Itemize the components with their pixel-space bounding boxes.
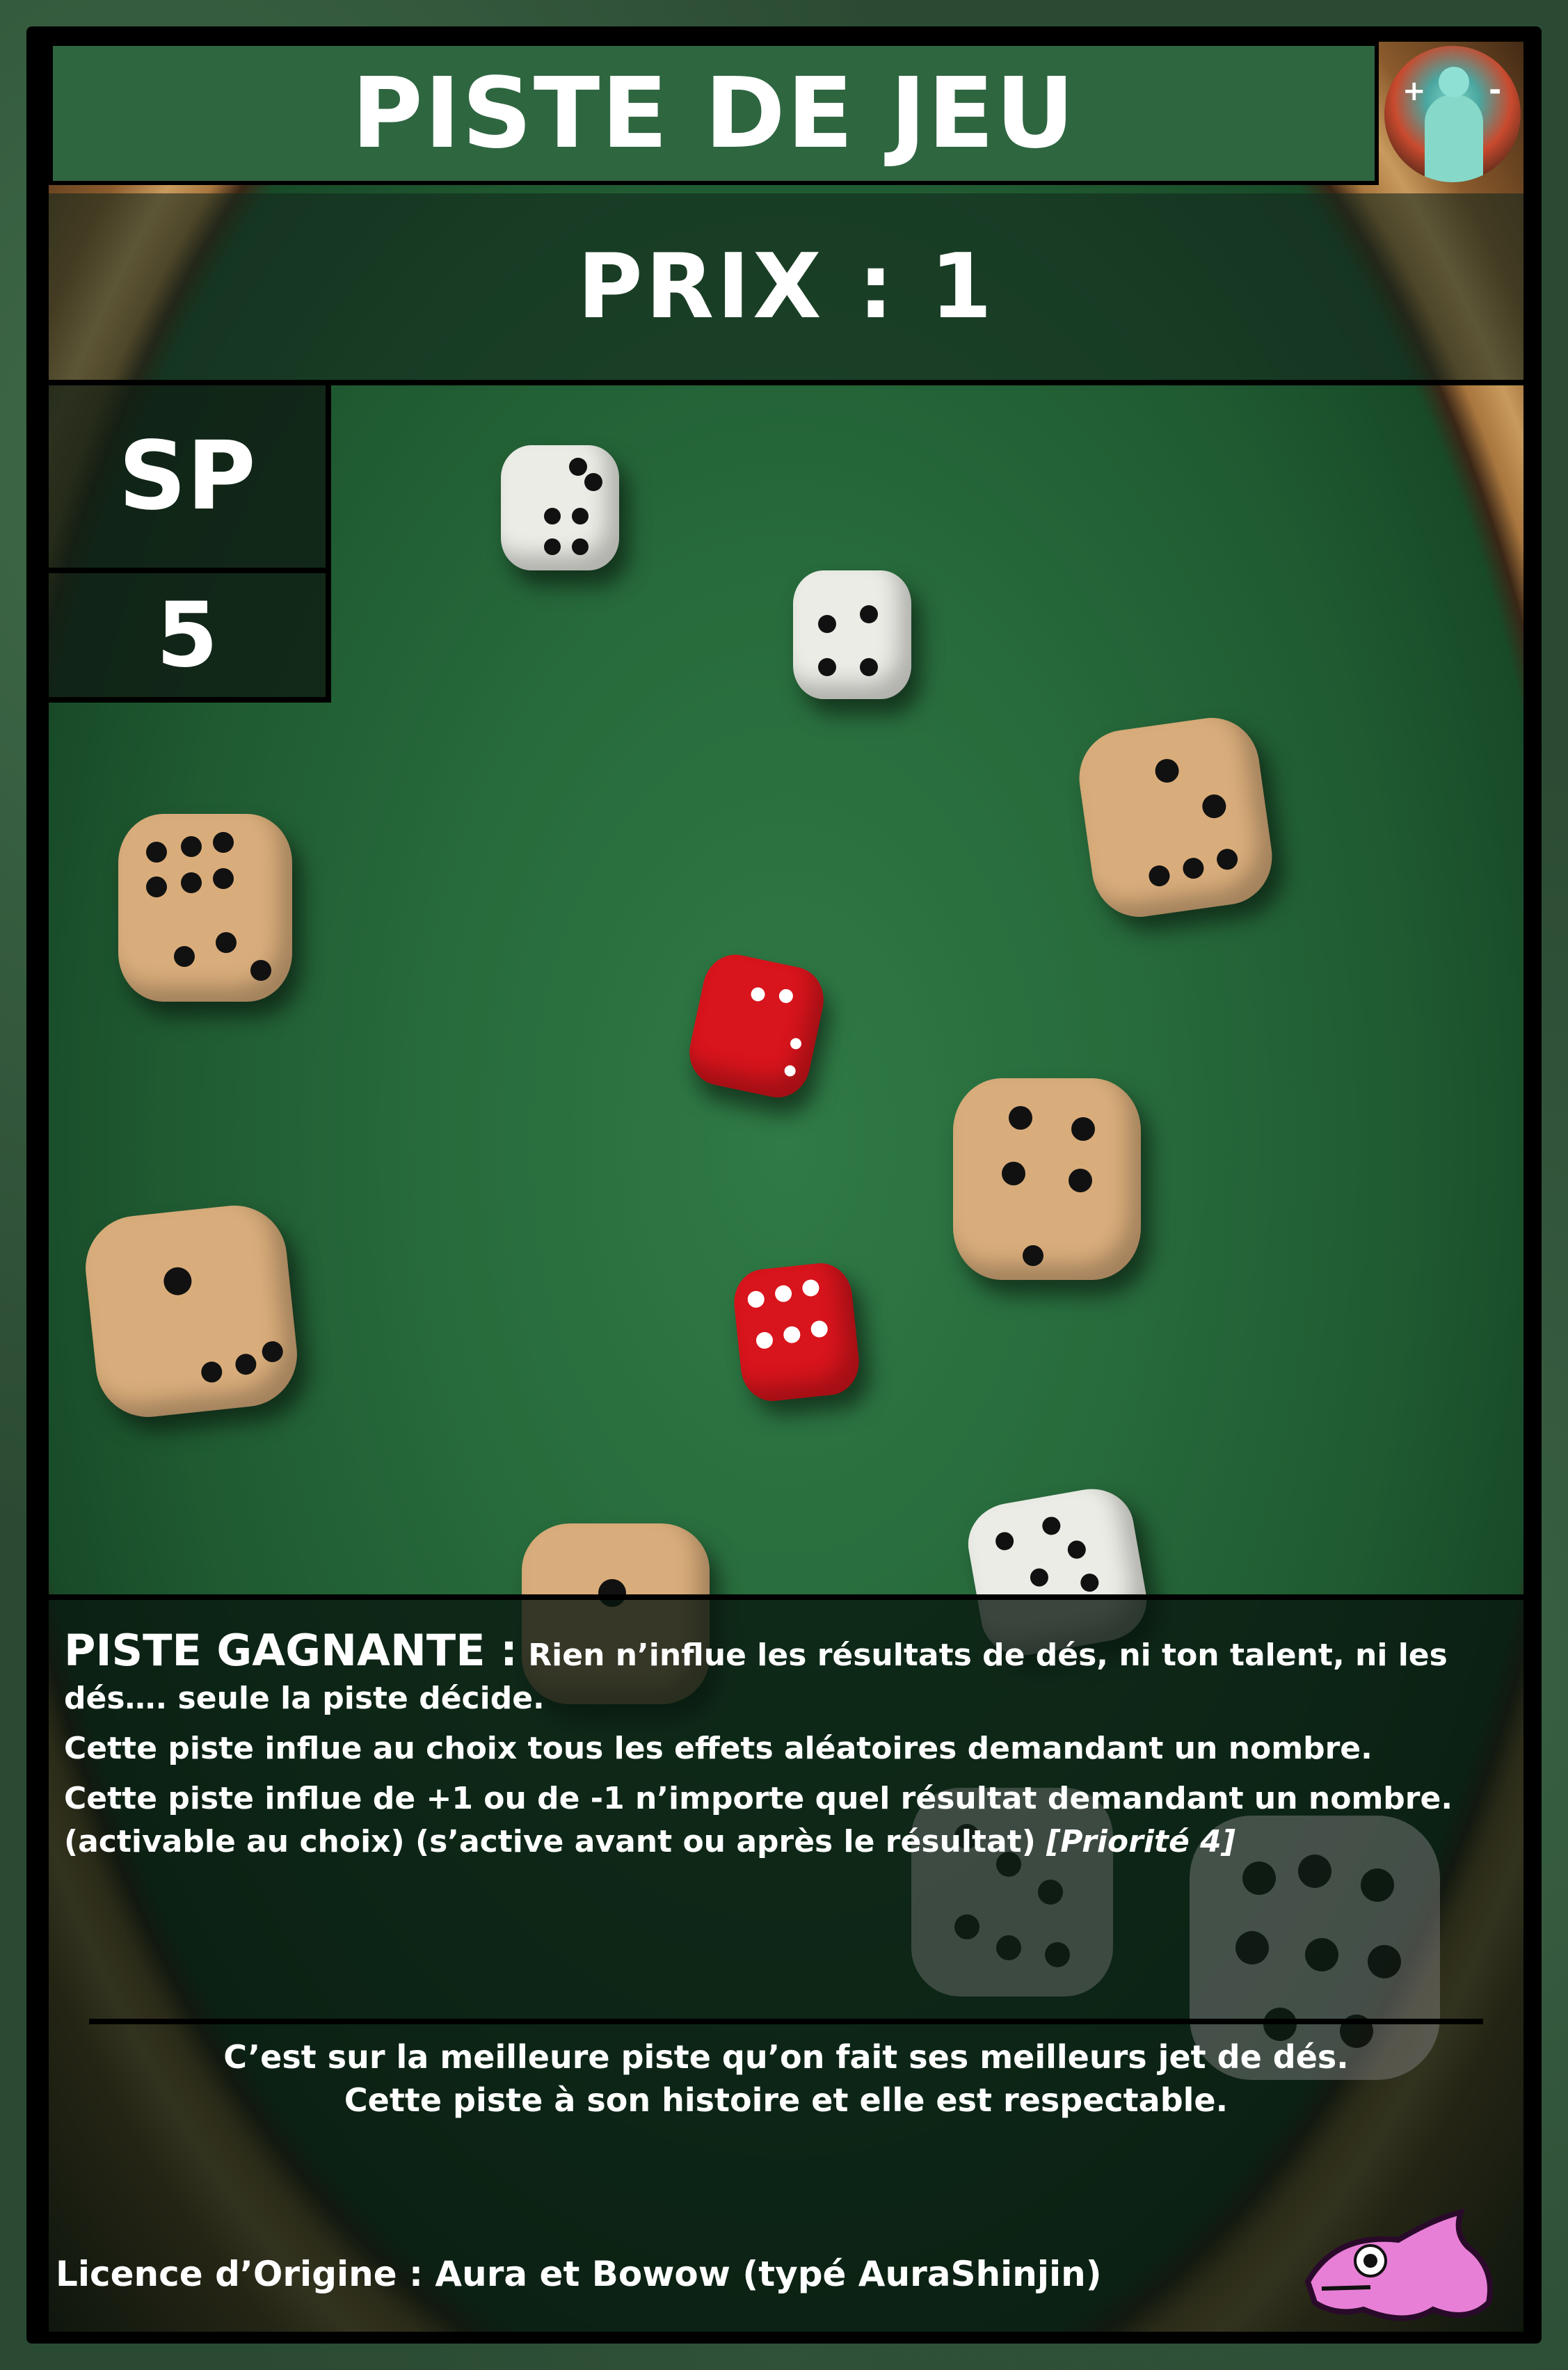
price-bar: PRIX : 1 [49, 193, 1523, 385]
card-level: 5 [156, 583, 218, 687]
ability-priority: [Priorité 4] [1046, 1824, 1235, 1859]
wood-die-six [118, 814, 292, 1002]
wood-die-four [953, 1078, 1141, 1280]
flavor-line-2: Cette piste à son histoire et elle est r… [344, 2081, 1229, 2119]
type-box: SP [49, 385, 331, 573]
flavor-line-1: C’est sur la meilleure piste qu’on fait … [223, 2038, 1349, 2076]
effect-text: PISTE GAGNANTE : Rien n’influe les résul… [64, 1629, 1504, 1871]
card-price: PRIX : 1 [577, 234, 995, 339]
ability-line-2: Cette piste influe au choix tous les eff… [64, 1731, 1373, 1766]
effect-panel: PISTE GAGNANTE : Rien n’influe les résul… [49, 1594, 1523, 2332]
title-bar: PISTE DE JEU [49, 42, 1379, 185]
divider [89, 2019, 1483, 2024]
white-die-six [501, 445, 619, 570]
license-text: Licence d’Origine : Aura et Bowow (typé … [56, 2254, 1102, 2294]
red-die-bottom [730, 1260, 863, 1404]
page-background: PISTE DE JEU + - PRIX : 1 SP 5 PISTE GAG… [0, 0, 1568, 2370]
flavor-text: C’est sur la meilleure piste qu’on fait … [49, 2035, 1523, 2122]
pink-dolphin-icon [1304, 2208, 1493, 2321]
aura-figure-logo-icon: + - [1384, 46, 1521, 182]
card-title: PISTE DE JEU [351, 56, 1076, 170]
figure-body-icon [1425, 95, 1483, 182]
ability-name: PISTE GAGNANTE : [64, 1625, 518, 1676]
card-type: SP [118, 422, 256, 531]
level-box: 5 [49, 573, 331, 703]
logo-plus: + [1402, 75, 1426, 107]
wood-die-one [80, 1200, 303, 1423]
figure-head-icon [1439, 67, 1469, 97]
white-die-four [793, 570, 911, 699]
ability-line-3: Cette piste influe de +1 ou de -1 n’impo… [64, 1781, 1453, 1859]
logo-minus: - [1489, 72, 1502, 108]
card: PISTE DE JEU + - PRIX : 1 SP 5 PISTE GAG… [49, 42, 1523, 2332]
wood-die-three-left [1073, 712, 1279, 923]
